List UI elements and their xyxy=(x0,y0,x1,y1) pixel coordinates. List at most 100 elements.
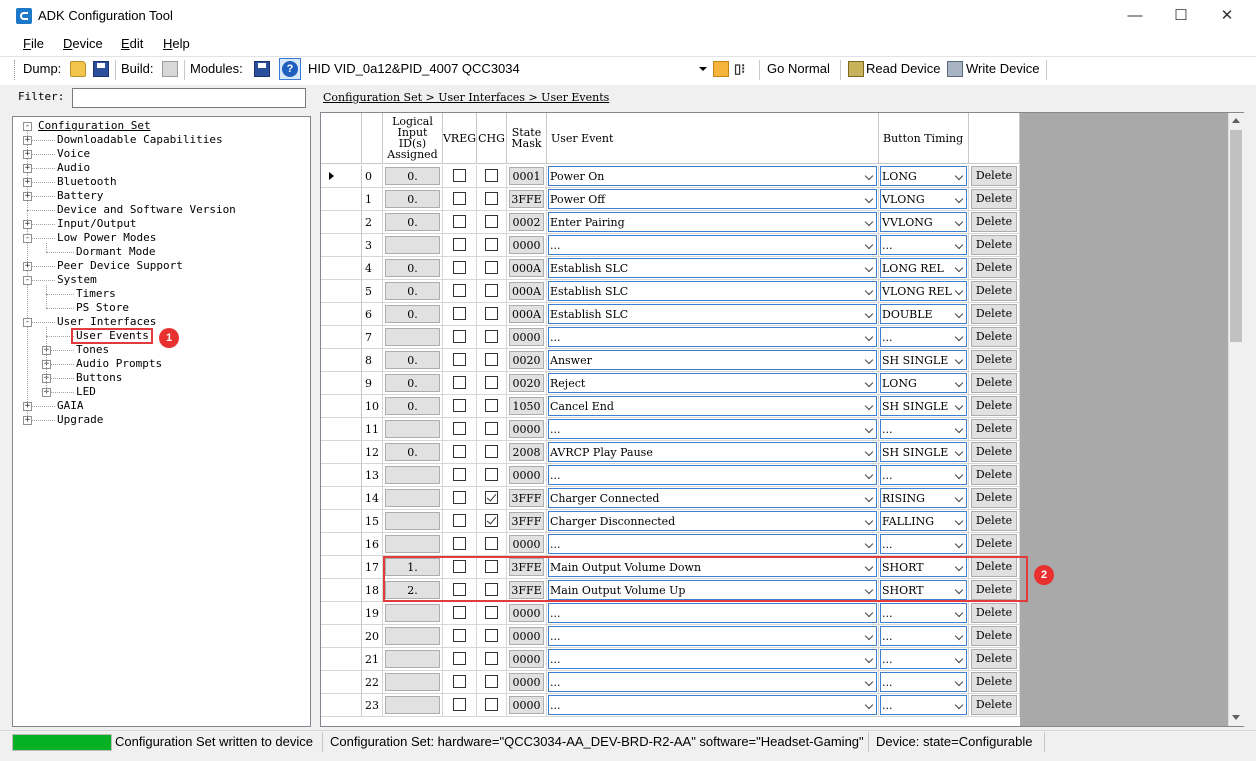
logical-input-button[interactable] xyxy=(385,466,440,484)
row-header[interactable] xyxy=(321,625,362,648)
state-mask-button[interactable]: 000A xyxy=(509,259,544,277)
delete-button[interactable]: Delete xyxy=(971,672,1017,692)
menu-edit[interactable]: Edit xyxy=(121,36,143,51)
delete-button[interactable]: Delete xyxy=(971,442,1017,462)
tree-expand-icon[interactable]: + xyxy=(23,416,32,425)
chg-checkbox[interactable] xyxy=(485,330,498,343)
tree-expand-icon[interactable]: + xyxy=(23,402,32,411)
vreg-checkbox[interactable] xyxy=(453,422,466,435)
button-timing-select[interactable]: ... xyxy=(880,327,967,347)
tree-node-buttons[interactable]: Buttons xyxy=(76,371,122,385)
logical-input-cell[interactable]: 0. xyxy=(383,395,443,418)
vreg-checkbox[interactable] xyxy=(453,376,466,389)
tree-collapse-icon[interactable]: - xyxy=(23,234,32,243)
chg-checkbox[interactable] xyxy=(485,261,498,274)
logical-input-button[interactable]: 0. xyxy=(385,443,440,461)
state-mask-button[interactable]: 1050 xyxy=(509,397,544,415)
logical-input-cell[interactable] xyxy=(383,648,443,671)
delete-button[interactable]: Delete xyxy=(971,235,1017,255)
state-mask-button[interactable]: 0000 xyxy=(509,650,544,668)
chg-header[interactable]: CHG xyxy=(477,113,507,164)
logical-input-button[interactable] xyxy=(385,328,440,346)
vreg-checkbox[interactable] xyxy=(453,330,466,343)
vreg-checkbox[interactable] xyxy=(453,192,466,205)
chg-checkbox[interactable] xyxy=(485,376,498,389)
logical-input-button[interactable] xyxy=(385,650,440,668)
logical-input-cell[interactable] xyxy=(383,234,443,257)
logical-input-button[interactable] xyxy=(385,535,440,553)
logical-input-button[interactable] xyxy=(385,696,440,714)
state-mask-cell[interactable]: 0000 xyxy=(507,671,547,694)
row-header[interactable] xyxy=(321,648,362,671)
chg-checkbox[interactable] xyxy=(485,445,498,458)
state-mask-cell[interactable]: 0000 xyxy=(507,625,547,648)
row-header[interactable] xyxy=(321,165,362,188)
button-timing-select[interactable]: VLONG xyxy=(880,189,967,209)
row-header[interactable] xyxy=(321,464,362,487)
chg-checkbox[interactable] xyxy=(485,192,498,205)
state-mask-button[interactable]: 0000 xyxy=(509,604,544,622)
go-normal-button[interactable]: Go Normal xyxy=(767,61,830,76)
logical-input-button[interactable]: 0. xyxy=(385,282,440,300)
button-timing-select[interactable]: RISING xyxy=(880,488,967,508)
button-timing-select[interactable]: ... xyxy=(880,603,967,623)
delete-button[interactable]: Delete xyxy=(971,327,1017,347)
chg-checkbox[interactable] xyxy=(485,491,498,504)
delete-button[interactable]: Delete xyxy=(971,281,1017,301)
button-timing-select[interactable]: ... xyxy=(880,672,967,692)
chg-checkbox[interactable] xyxy=(485,514,498,527)
button-timing-select[interactable]: ... xyxy=(880,465,967,485)
delete-button[interactable]: Delete xyxy=(971,212,1017,232)
row-header[interactable] xyxy=(321,211,362,234)
tree-expand-icon[interactable]: + xyxy=(23,262,32,271)
vreg-checkbox[interactable] xyxy=(453,169,466,182)
user-event-select[interactable]: Power On xyxy=(548,166,877,186)
row-header[interactable] xyxy=(321,602,362,625)
read-device-icon[interactable] xyxy=(848,61,864,77)
logical-input-cell[interactable]: 0. xyxy=(383,280,443,303)
logical-input-cell[interactable]: 0. xyxy=(383,188,443,211)
delete-button[interactable]: Delete xyxy=(971,419,1017,439)
help-button[interactable]: ? xyxy=(279,58,301,80)
state-mask-cell[interactable]: 000A xyxy=(507,257,547,280)
state-mask-cell[interactable]: 0000 xyxy=(507,648,547,671)
state-mask-button[interactable]: 0000 xyxy=(509,420,544,438)
delete-button[interactable]: Delete xyxy=(971,649,1017,669)
tree-node-ps-store[interactable]: PS Store xyxy=(76,301,129,315)
state-mask-button[interactable]: 0000 xyxy=(509,236,544,254)
state-mask-cell[interactable]: 0002 xyxy=(507,211,547,234)
row-header[interactable] xyxy=(321,694,362,717)
modules-save-icon[interactable] xyxy=(254,61,270,77)
chg-checkbox[interactable] xyxy=(485,629,498,642)
state-mask-button[interactable]: 0002 xyxy=(509,213,544,231)
vreg-checkbox[interactable] xyxy=(453,514,466,527)
logical-input-cell[interactable]: 0. xyxy=(383,165,443,188)
logical-input-button[interactable]: 0. xyxy=(385,213,440,231)
tree-node-low-power-modes[interactable]: Low Power Modes xyxy=(57,231,156,245)
vreg-checkbox[interactable] xyxy=(453,399,466,412)
vreg-checkbox[interactable] xyxy=(453,491,466,504)
state-mask-cell[interactable]: 3FFE xyxy=(507,188,547,211)
state-mask-cell[interactable]: 0000 xyxy=(507,694,547,717)
row-header[interactable] xyxy=(321,556,362,579)
logical-input-header[interactable]: Logical Input ID(s) Assigned xyxy=(383,113,443,164)
filter-input[interactable] xyxy=(72,88,306,108)
state-mask-button[interactable]: 0020 xyxy=(509,374,544,392)
vreg-checkbox[interactable] xyxy=(453,537,466,550)
vreg-checkbox[interactable] xyxy=(453,261,466,274)
logical-input-cell[interactable] xyxy=(383,326,443,349)
state-mask-cell[interactable]: 2008 xyxy=(507,441,547,464)
tree-node-input-output[interactable]: Input/Output xyxy=(57,217,136,231)
tree-node-peer-device-support[interactable]: Peer Device Support xyxy=(57,259,183,273)
maximize-button[interactable]: ☐ xyxy=(1158,0,1204,32)
vreg-checkbox[interactable] xyxy=(453,698,466,711)
logical-input-button[interactable] xyxy=(385,489,440,507)
chg-checkbox[interactable] xyxy=(485,675,498,688)
logical-input-cell[interactable] xyxy=(383,671,443,694)
tree-node-gaia[interactable]: GAIA xyxy=(57,399,84,413)
minimize-button[interactable]: — xyxy=(1112,0,1158,32)
row-header[interactable] xyxy=(321,418,362,441)
state-mask-button[interactable]: 000A xyxy=(509,305,544,323)
row-header[interactable] xyxy=(321,188,362,211)
chg-checkbox[interactable] xyxy=(485,652,498,665)
